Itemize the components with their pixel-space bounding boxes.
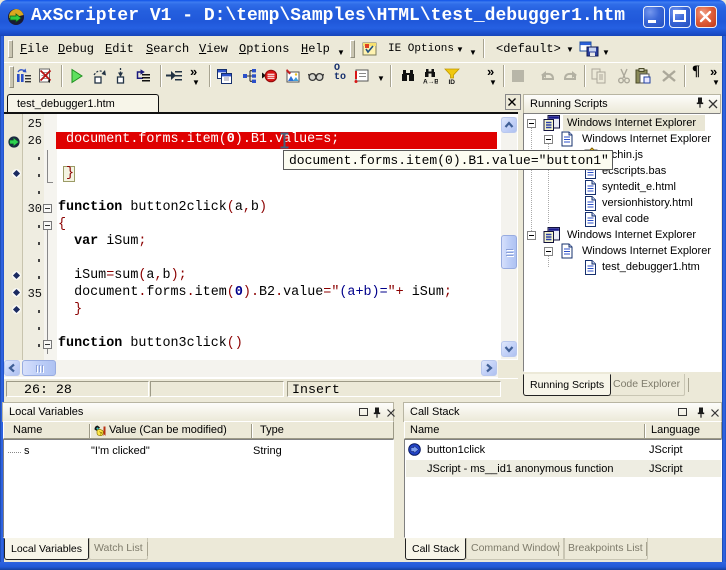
svg-text:ID: ID (449, 79, 456, 84)
svg-text:A→B: A→B (423, 79, 438, 85)
